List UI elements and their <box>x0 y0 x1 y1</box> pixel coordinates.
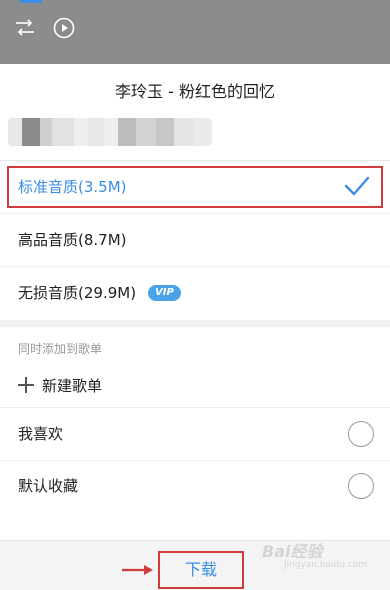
playlist-item-favorites[interactable]: 我喜欢 <box>0 408 390 460</box>
shuffle-icon[interactable] <box>14 18 36 38</box>
playlist-radio[interactable] <box>348 421 374 447</box>
song-title: 李玲玉 - 粉红色的回忆 <box>115 82 275 101</box>
quality-option-lossless[interactable]: 无损音质(29.9M) VIP <box>0 267 390 319</box>
quality-option-high[interactable]: 高品音质(8.7M) <box>0 214 390 266</box>
plus-icon <box>18 377 34 393</box>
vip-badge: VIP <box>148 285 181 301</box>
playlist-item-label: 默认收藏 <box>18 477 79 495</box>
section-gap <box>0 320 390 327</box>
add-to-playlist-label: 同时添加到歌单 <box>18 342 103 356</box>
baidu-watermark: Bai经验 jingyan.baidu.com <box>262 532 384 576</box>
play-circle-icon[interactable] <box>53 17 75 39</box>
watermark-brand: Bai经验 <box>262 542 323 561</box>
pixelated-info <box>8 118 212 146</box>
download-sheet: 李玲玉 - 粉红色的回忆 标准音质(3.5M) 高品音质(8.7M) 无损音质(… <box>0 64 390 590</box>
playlist-item-label: 我喜欢 <box>18 425 64 443</box>
annotation-arrow-icon <box>122 565 153 575</box>
watermark-url: jingyan.baidu.com <box>284 560 368 570</box>
new-playlist-label: 新建歌单 <box>42 376 103 395</box>
playlist-item-default[interactable]: 默认收藏 <box>0 460 390 512</box>
quality-option-label: 高品音质(8.7M) <box>18 231 127 249</box>
active-tab-indicator <box>20 0 42 3</box>
download-label: 下载 <box>184 560 217 579</box>
download-button[interactable]: 下载 <box>158 551 244 589</box>
playlist-radio[interactable] <box>348 473 374 499</box>
annotation-highlight-box <box>7 166 383 208</box>
quality-option-label: 无损音质(29.9M) <box>18 284 137 302</box>
new-playlist-button[interactable]: 新建歌单 <box>18 370 102 400</box>
background-toolbar <box>0 0 390 64</box>
